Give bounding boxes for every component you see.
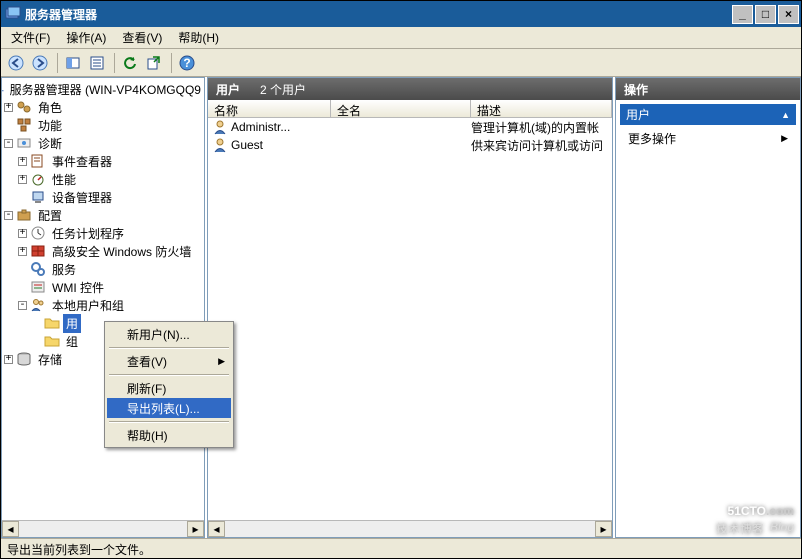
chevron-right-icon: ▶: [218, 356, 225, 367]
scroll-left-button[interactable]: ◂: [208, 521, 225, 537]
ctx-view[interactable]: 查看(V)▶: [107, 351, 231, 371]
app-window: 服务器管理器 _ □ × 文件(F) 操作(A) 查看(V) 帮助(H) ? 服…: [0, 0, 802, 559]
ctx-refresh[interactable]: 刷新(F): [107, 378, 231, 398]
roles-icon: [16, 99, 32, 115]
list-row[interactable]: Guest 供来宾访问计算机或访问: [208, 136, 612, 154]
col-name[interactable]: 名称: [208, 100, 331, 117]
list-count: 2 个用户: [260, 81, 306, 98]
actions-body: 用户 ▲ 更多操作 ▶: [616, 100, 800, 537]
back-button[interactable]: [5, 52, 27, 74]
scroll-left-button[interactable]: ◂: [2, 521, 19, 537]
properties-button[interactable]: [86, 52, 108, 74]
evt-icon: [30, 153, 46, 169]
app-icon: [5, 6, 21, 22]
tree-tasksched[interactable]: +任务计划程序: [2, 224, 204, 242]
ctx-separator: [109, 374, 229, 375]
user-icon: [212, 119, 228, 135]
ctx-separator: [109, 421, 229, 422]
list-hscroll[interactable]: ◂ ▸: [208, 520, 612, 537]
tree-roles[interactable]: +角色: [2, 98, 204, 116]
context-menu: 新用户(N)... 查看(V)▶ 刷新(F) 导出列表(L)... 帮助(H): [104, 321, 234, 448]
users-group-icon: [30, 297, 46, 313]
tree-root[interactable]: 服务器管理器 (WIN-VP4KOMGQQ9: [2, 80, 204, 98]
tree-evtviewer[interactable]: +事件查看器: [2, 152, 204, 170]
column-headers: 名称 全名 描述: [208, 100, 612, 118]
menu-view[interactable]: 查看(V): [114, 27, 170, 48]
minimize-button[interactable]: _: [732, 5, 753, 24]
tree-perf[interactable]: +性能: [2, 170, 204, 188]
close-button[interactable]: ×: [778, 5, 799, 24]
list-body: 名称 全名 描述 Administr... 管理计算机(域)的内置帐 Guest…: [208, 100, 612, 520]
ctx-new-user[interactable]: 新用户(N)...: [107, 324, 231, 344]
devmgr-icon: [30, 189, 46, 205]
storage-icon: [16, 351, 32, 367]
statusbar: 导出当前列表到一个文件。: [1, 538, 801, 558]
actions-pane: 操作 用户 ▲ 更多操作 ▶: [615, 77, 801, 538]
maximize-button[interactable]: □: [755, 5, 776, 24]
folder-icon: [44, 333, 60, 349]
tree-lusrmgr[interactable]: -本地用户和组: [2, 296, 204, 314]
col-fullname[interactable]: 全名: [331, 100, 471, 117]
tree-advfw[interactable]: +高级安全 Windows 防火墙: [2, 242, 204, 260]
toolbar: ?: [1, 49, 801, 77]
list-row[interactable]: Administr... 管理计算机(域)的内置帐: [208, 118, 612, 136]
actions-more[interactable]: 更多操作 ▶: [620, 126, 796, 151]
scroll-right-button[interactable]: ▸: [595, 521, 612, 537]
ctx-help[interactable]: 帮助(H): [107, 425, 231, 445]
tree-devmgr[interactable]: 设备管理器: [2, 188, 204, 206]
clock-icon: [30, 225, 46, 241]
perf-icon: [30, 171, 46, 187]
folder-icon: [44, 315, 60, 331]
server-icon: [2, 81, 4, 97]
tree-diag[interactable]: -诊断: [2, 134, 204, 152]
ctx-export[interactable]: 导出列表(L)...: [107, 398, 231, 418]
menu-action[interactable]: 操作(A): [58, 27, 114, 48]
chevron-right-icon: ▶: [781, 133, 788, 144]
export-button[interactable]: [143, 52, 165, 74]
titlebar[interactable]: 服务器管理器 _ □ ×: [1, 1, 801, 27]
tree-features[interactable]: 功能: [2, 116, 204, 134]
separator: [57, 53, 58, 73]
scroll-track[interactable]: [225, 521, 595, 537]
svg-text:?: ?: [183, 56, 190, 70]
firewall-icon: [30, 243, 46, 259]
separator: [114, 53, 115, 73]
tree-pane: 服务器管理器 (WIN-VP4KOMGQQ9 +角色 功能 -诊断 +事件查看器…: [1, 77, 205, 538]
actions-header: 操作: [616, 78, 800, 100]
status-text: 导出当前列表到一个文件。: [7, 543, 151, 557]
config-icon: [16, 207, 32, 223]
tree-services[interactable]: 服务: [2, 260, 204, 278]
forward-button[interactable]: [29, 52, 51, 74]
actions-group-header[interactable]: 用户 ▲: [620, 104, 796, 126]
tree-wmi[interactable]: WMI 控件: [2, 278, 204, 296]
col-desc[interactable]: 描述: [471, 100, 612, 117]
collapse-icon: ▲: [781, 110, 790, 120]
menu-file[interactable]: 文件(F): [3, 27, 58, 48]
scroll-right-button[interactable]: ▸: [187, 521, 204, 537]
list-pane: 用户 2 个用户 名称 全名 描述 Administr... 管理计算机(域)的…: [207, 77, 613, 538]
body: 服务器管理器 (WIN-VP4KOMGQQ9 +角色 功能 -诊断 +事件查看器…: [1, 77, 801, 538]
list-title: 用户: [216, 81, 240, 98]
ctx-separator: [109, 347, 229, 348]
help-button[interactable]: ?: [176, 52, 198, 74]
menu-help[interactable]: 帮助(H): [170, 27, 227, 48]
tree[interactable]: 服务器管理器 (WIN-VP4KOMGQQ9 +角色 功能 -诊断 +事件查看器…: [2, 78, 204, 520]
services-icon: [30, 261, 46, 277]
wmi-icon: [30, 279, 46, 295]
tree-hscroll[interactable]: ◂ ▸: [2, 520, 204, 537]
refresh-button[interactable]: [119, 52, 141, 74]
diag-icon: [16, 135, 32, 151]
window-title: 服务器管理器: [25, 6, 732, 23]
menubar: 文件(F) 操作(A) 查看(V) 帮助(H): [1, 27, 801, 49]
show-hide-button[interactable]: [62, 52, 84, 74]
scroll-track[interactable]: [19, 521, 187, 537]
list-header: 用户 2 个用户: [208, 78, 612, 100]
separator: [171, 53, 172, 73]
features-icon: [16, 117, 32, 133]
tree-config[interactable]: -配置: [2, 206, 204, 224]
user-icon: [212, 137, 228, 153]
